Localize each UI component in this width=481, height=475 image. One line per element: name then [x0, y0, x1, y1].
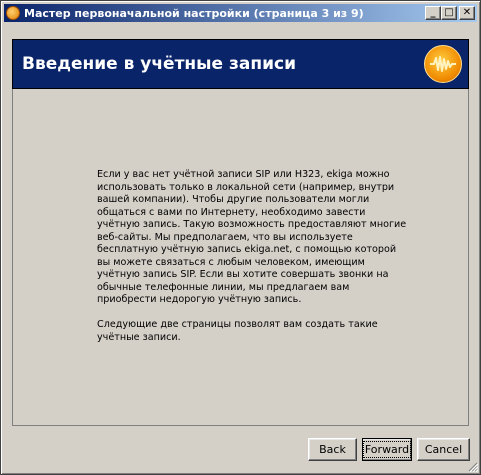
minimize-button[interactable]: _ [425, 6, 441, 20]
window-controls: _ □ ✕ [425, 6, 475, 20]
window-title: Мастер первоначальной настройки (страниц… [24, 6, 364, 20]
page-title: Введение в учётные записи [22, 54, 296, 74]
forward-button-label: Forward [362, 441, 412, 458]
content-area: Если у вас нет учётной записи SIP или H3… [12, 89, 469, 426]
ekiga-logo-icon [424, 45, 462, 83]
maximize-button[interactable]: □ [441, 6, 457, 20]
wizard-window: Мастер первоначальной настройки (страниц… [0, 0, 481, 475]
ekiga-app-icon [6, 6, 20, 20]
cancel-button-label: Cancel [424, 443, 463, 456]
cancel-button[interactable]: Cancel [417, 438, 470, 461]
forward-button[interactable]: Forward [362, 438, 412, 461]
back-button-label: Back [319, 443, 346, 456]
title-bar[interactable]: Мастер первоначальной настройки (страниц… [4, 4, 477, 22]
close-button[interactable]: ✕ [459, 6, 475, 20]
intro-paragraph: Если у вас нет учётной записи SIP или H3… [97, 169, 407, 305]
page-header: Введение в учётные записи [12, 39, 469, 89]
resize-grip-icon[interactable] [468, 462, 478, 472]
back-button[interactable]: Back [308, 438, 357, 461]
next-pages-paragraph: Следующие две страницы позволят вам созд… [97, 319, 378, 343]
intro-text: Если у вас нет учётной записи SIP или H3… [97, 169, 407, 357]
